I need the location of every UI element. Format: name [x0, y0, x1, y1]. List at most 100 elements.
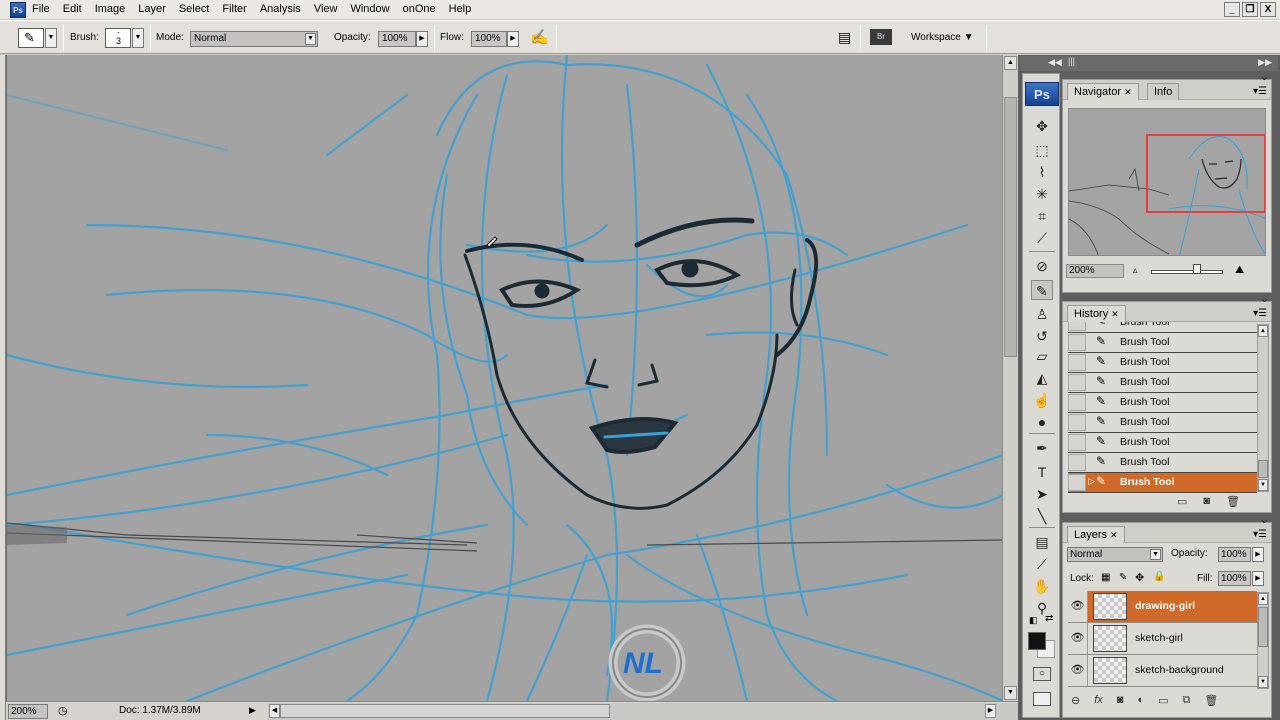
scroll-left-button[interactable]: ◀ [269, 704, 280, 718]
horizontal-scrollbar-thumb[interactable] [280, 704, 610, 718]
expand-icon[interactable]: ▶▶ [1258, 57, 1272, 68]
crop-tool-icon[interactable]: ⌗ [1031, 206, 1053, 226]
scrollbar-thumb[interactable] [1004, 97, 1017, 357]
brush-size-picker[interactable]: · 3 [105, 27, 131, 48]
scrollbar-thumb[interactable] [1258, 460, 1268, 478]
navigator-zoom-slider-knob[interactable] [1193, 264, 1201, 274]
eye-icon[interactable]: 👁 [1068, 655, 1088, 686]
menu-layer[interactable]: Layer [138, 3, 166, 15]
eraser-tool-icon[interactable]: ▱ [1031, 346, 1053, 366]
flow-input[interactable]: 100% [471, 31, 507, 47]
layers-scrollbar[interactable]: ▲ ▼ [1257, 592, 1269, 689]
brush-tool-icon[interactable]: ✎ [1031, 280, 1053, 300]
type-tool-icon[interactable]: T [1031, 462, 1053, 482]
tab-info[interactable]: Info [1147, 83, 1180, 100]
panel-menu-icon[interactable]: ▾☰ [1253, 529, 1267, 540]
tab-layers[interactable]: Layers ✕ [1067, 526, 1125, 543]
status-menu-arrow[interactable]: ▶ [249, 705, 256, 716]
scroll-down-button[interactable]: ▼ [1004, 686, 1017, 700]
eye-icon[interactable]: 👁 [1068, 591, 1088, 622]
horizontal-scrollbar[interactable]: ◀ ▶ [268, 703, 1018, 720]
eye-icon[interactable]: 👁 [1068, 623, 1088, 654]
history-state[interactable]: ✎ Brush Tool [1068, 413, 1257, 433]
snapshot-source-checkbox[interactable] [1068, 474, 1086, 491]
history-state[interactable]: ✎ Brush Tool [1068, 353, 1257, 373]
dodge-tool-icon[interactable]: ● [1031, 412, 1053, 432]
collapse-icon[interactable]: ◀◀ [1048, 57, 1062, 68]
panel-menu-icon[interactable]: ▾☰ [1253, 308, 1267, 319]
tool-preset-picker[interactable]: ✎ [18, 28, 44, 48]
adjustment-layer-icon[interactable]: ◐ [1137, 694, 1144, 707]
opacity-input[interactable]: 100% [378, 31, 416, 47]
tool-preset-dropdown[interactable]: ▼ [45, 28, 57, 48]
paint-bucket-tool-icon[interactable]: ◭ [1031, 368, 1053, 388]
move-tool-icon[interactable]: ✥ [1031, 116, 1053, 136]
scroll-up-button[interactable]: ▲ [1258, 325, 1268, 337]
snapshot-source-checkbox[interactable] [1068, 434, 1086, 451]
menu-view[interactable]: View [314, 3, 338, 15]
mode-select[interactable]: Normal ▼ [190, 31, 318, 47]
history-state[interactable]: ✎ Brush Tool [1068, 393, 1257, 413]
menu-select[interactable]: Select [179, 3, 210, 15]
palette-well-icon[interactable]: ▤ [838, 29, 851, 46]
clone-stamp-tool-icon[interactable]: ♙ [1031, 304, 1053, 324]
snapshot-source-checkbox[interactable] [1068, 334, 1086, 351]
history-state[interactable]: ✎ Brush Tool [1068, 453, 1257, 473]
lock-all-icon[interactable]: 🔒 [1153, 571, 1165, 582]
new-layer-icon[interactable]: ⧉ [1183, 694, 1191, 707]
new-document-from-state-icon[interactable]: ▭ [1177, 495, 1187, 508]
notes-tool-icon[interactable]: ▤ [1031, 532, 1053, 552]
brush-picker-dropdown[interactable]: ▼ [132, 28, 144, 48]
magic-wand-tool-icon[interactable]: ✳ [1031, 184, 1053, 204]
layer-style-icon[interactable]: fx [1094, 694, 1103, 707]
marquee-tool-icon[interactable]: ⬚ [1031, 140, 1053, 160]
new-group-icon[interactable]: ▭ [1158, 694, 1168, 707]
line-tool-icon[interactable]: ╲ [1031, 506, 1053, 526]
menu-filter[interactable]: Filter [222, 3, 246, 15]
add-mask-icon[interactable]: ◙ [1117, 694, 1124, 707]
new-snapshot-icon[interactable]: ◙ [1203, 495, 1210, 508]
minimize-button[interactable]: _ [1224, 2, 1240, 17]
restore-button[interactable]: ❐ [1242, 2, 1258, 17]
scroll-down-button[interactable]: ▼ [1258, 479, 1268, 491]
blend-mode-select[interactable]: Normal ▼ [1067, 547, 1163, 562]
screen-mode-icon[interactable] [1033, 692, 1051, 706]
quick-mask-icon[interactable]: ○ [1033, 667, 1051, 681]
snapshot-source-checkbox[interactable] [1068, 322, 1086, 331]
lock-transparency-icon[interactable]: ▦ [1101, 572, 1110, 583]
menu-help[interactable]: Help [449, 3, 472, 15]
tab-navigator[interactable]: Navigator ✕ [1067, 83, 1139, 100]
navigator-zoom-field[interactable]: 200% [1066, 264, 1124, 278]
swap-colors-icon[interactable]: ⇄ [1045, 613, 1053, 624]
menu-file[interactable]: File [32, 3, 50, 15]
lock-image-icon[interactable]: ✎ [1119, 572, 1127, 583]
delete-layer-icon[interactable]: 🗑 [1204, 694, 1218, 707]
history-scrollbar[interactable]: ▲ ▼ [1257, 324, 1269, 492]
scroll-up-button[interactable]: ▲ [1258, 593, 1268, 605]
healing-brush-tool-icon[interactable]: ⊘ [1031, 256, 1053, 276]
menu-image[interactable]: Image [95, 3, 126, 15]
dock-grip[interactable]: ||| [1068, 56, 1075, 66]
history-state[interactable]: ✎ Brush Tool [1068, 322, 1257, 333]
panel-menu-icon[interactable]: ▾☰ [1253, 86, 1267, 97]
layer-row[interactable]: 👁 sketch-background [1068, 655, 1257, 687]
snapshot-source-checkbox[interactable] [1068, 354, 1086, 371]
bridge-icon[interactable]: Br [870, 29, 892, 45]
snapshot-source-checkbox[interactable] [1068, 394, 1086, 411]
layer-row[interactable]: 👁 sketch-girl [1068, 623, 1257, 655]
history-brush-tool-icon[interactable]: ↺ [1031, 326, 1053, 346]
menu-window[interactable]: Window [350, 3, 389, 15]
flow-slider-button[interactable]: ▶ [507, 31, 519, 47]
fill-slider-button[interactable]: ▶ [1252, 571, 1264, 586]
default-colors-icon[interactable]: ◧ [1029, 615, 1038, 626]
navigator-zoom-slider[interactable] [1151, 270, 1223, 274]
close-button[interactable]: X [1260, 2, 1276, 17]
scroll-right-button[interactable]: ▶ [985, 704, 996, 718]
history-state[interactable]: ✎ Brush Tool [1068, 433, 1257, 453]
navigator-preview[interactable] [1068, 108, 1266, 256]
zoom-out-icon[interactable]: ▵ [1133, 265, 1138, 276]
scroll-up-button[interactable]: ▲ [1004, 56, 1017, 70]
history-state[interactable]: ✎ Brush Tool [1068, 373, 1257, 393]
menu-edit[interactable]: Edit [63, 3, 82, 15]
eyedropper-tool-icon[interactable]: ⟋ [1031, 554, 1053, 574]
